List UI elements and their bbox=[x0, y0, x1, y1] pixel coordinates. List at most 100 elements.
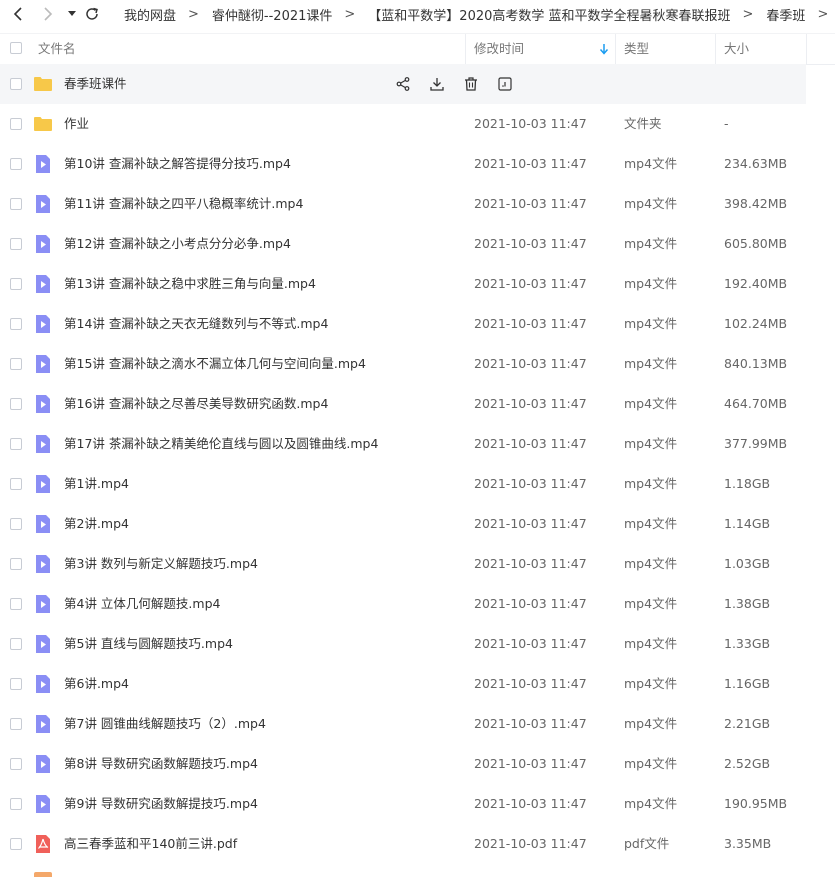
file-name[interactable]: 第16讲 查漏补缺之尽善尽美导数研究函数.mp4 bbox=[64, 384, 328, 424]
chevron-left-icon[interactable] bbox=[10, 0, 26, 28]
row-checkbox[interactable] bbox=[10, 118, 22, 130]
file-name[interactable]: 第14讲 查漏补缺之天衣无缝数列与不等式.mp4 bbox=[64, 304, 328, 344]
row-checkbox[interactable] bbox=[10, 238, 22, 250]
file-row[interactable]: 第11讲 查漏补缺之四平八稳概率统计.mp4 2021-10-03 11:47 mp… bbox=[0, 184, 835, 224]
row-checkbox[interactable] bbox=[10, 198, 22, 210]
video-file-icon bbox=[34, 395, 52, 413]
file-name[interactable]: 第5讲 直线与圆解题技巧.mp4 bbox=[64, 624, 233, 664]
select-all-checkbox[interactable] bbox=[10, 42, 22, 54]
file-row[interactable]: 作业 2021-10-03 11:47 文件夹 - bbox=[0, 104, 835, 144]
column-divider[interactable] bbox=[615, 34, 616, 64]
refresh-icon[interactable] bbox=[84, 0, 100, 28]
row-checkbox[interactable] bbox=[10, 558, 22, 570]
file-name[interactable]: 第2讲.mp4 bbox=[64, 504, 129, 544]
row-checkbox[interactable] bbox=[10, 638, 22, 650]
file-row[interactable]: 第4讲 立体几何解题技.mp4 2021-10-03 11:47 mp4文件 1.38… bbox=[0, 584, 835, 624]
column-header-type[interactable]: 类型 bbox=[624, 34, 649, 64]
file-row[interactable]: 第16讲 查漏补缺之尽善尽美导数研究函数.mp4 2021-10-03 11:47… bbox=[0, 384, 835, 424]
file-row[interactable]: 高三春季蓝和平140前三讲.pdf 2021-10-03 11:47 pdf文件 3.… bbox=[0, 824, 835, 864]
file-name[interactable]: 第4讲 立体几何解题技.mp4 bbox=[64, 584, 220, 624]
column-header-modified[interactable]: 修改时间 bbox=[474, 34, 524, 64]
column-divider[interactable] bbox=[806, 34, 807, 64]
file-name[interactable]: 春季班课件 bbox=[64, 64, 127, 104]
row-checkbox[interactable] bbox=[10, 358, 22, 370]
file-row[interactable]: 第10讲 查漏补缺之解答提得分技巧.mp4 2021-10-03 11:47 mp4… bbox=[0, 144, 835, 184]
file-name[interactable]: 第13讲 查漏补缺之稳中求胜三角与向量.mp4 bbox=[64, 264, 316, 304]
row-checkbox[interactable] bbox=[10, 278, 22, 290]
file-modified-time: 2021-10-03 11:47 bbox=[474, 436, 587, 451]
row-checkbox[interactable] bbox=[10, 678, 22, 690]
file-row[interactable]: 第7讲 圆锥曲线解题技巧（2）.mp4 2021-10-03 11:47 mp4文件… bbox=[0, 704, 835, 744]
file-type: mp4文件 bbox=[624, 716, 678, 731]
file-name[interactable]: 高三春季蓝和平140前三讲.pdf bbox=[64, 824, 237, 864]
file-row[interactable]: 第3讲 数列与新定义解题技巧.mp4 2021-10-03 11:47 mp4文件 1… bbox=[0, 544, 835, 584]
caret-down-icon[interactable] bbox=[66, 0, 78, 28]
row-checkbox[interactable] bbox=[10, 438, 22, 450]
file-row[interactable]: 第1讲.mp4 2021-10-03 11:47 mp4文件 1.18GB bbox=[0, 464, 835, 504]
file-row[interactable]: 第9讲 导数研究函数解提技巧.mp4 2021-10-03 11:47 mp4文件 1… bbox=[0, 784, 835, 824]
row-checkbox[interactable] bbox=[10, 158, 22, 170]
file-modified-time: 2021-10-03 11:47 bbox=[474, 716, 587, 731]
file-size: 2.52GB bbox=[724, 756, 771, 771]
file-type: mp4文件 bbox=[624, 476, 678, 491]
file-row[interactable]: 第2讲.mp4 2021-10-03 11:47 mp4文件 1.14GB bbox=[0, 504, 835, 544]
row-checkbox[interactable] bbox=[10, 718, 22, 730]
breadcrumb-separator: > bbox=[742, 6, 754, 22]
file-name[interactable]: 第6讲.mp4 bbox=[64, 664, 129, 704]
file-row[interactable]: 第13讲 查漏补缺之稳中求胜三角与向量.mp4 2021-10-03 11:47 m… bbox=[0, 264, 835, 304]
breadcrumb-item-current[interactable]: 春季班 bbox=[766, 5, 805, 24]
file-name[interactable]: 第9讲 导数研究函数解提技巧.mp4 bbox=[64, 784, 258, 824]
row-checkbox[interactable] bbox=[10, 838, 22, 850]
share-icon[interactable] bbox=[394, 75, 412, 93]
row-checkbox[interactable] bbox=[10, 518, 22, 530]
file-name[interactable]: 第15讲 查漏补缺之滴水不漏立体几何与空间向量.mp4 bbox=[64, 344, 366, 384]
file-row[interactable]: 第17讲 茶漏补缺之精美绝伦直线与圆以及圆锥曲线.mp4 2021-10-03 1… bbox=[0, 424, 835, 464]
file-name[interactable]: 第17讲 茶漏补缺之精美绝伦直线与圆以及圆锥曲线.mp4 bbox=[64, 424, 378, 464]
breadcrumb: 我的网盘 > 睿仲醚彻--2021课件 > 【蓝和平数学】2020高考数学 蓝和… bbox=[124, 0, 835, 28]
top-toolbar: 我的网盘 > 睿仲醚彻--2021课件 > 【蓝和平数学】2020高考数学 蓝和… bbox=[0, 0, 835, 28]
row-checkbox[interactable] bbox=[10, 798, 22, 810]
sort-down-arrow-icon[interactable] bbox=[599, 43, 609, 59]
file-type: 文件夹 bbox=[624, 116, 662, 131]
row-checkbox[interactable] bbox=[10, 318, 22, 330]
more-icon[interactable] bbox=[496, 75, 514, 93]
breadcrumb-separator: > bbox=[188, 6, 199, 22]
column-divider[interactable] bbox=[715, 34, 716, 64]
file-name[interactable]: 第7讲 圆锥曲线解题技巧（2）.mp4 bbox=[64, 704, 266, 744]
chevron-right-icon[interactable] bbox=[40, 0, 56, 28]
file-name[interactable]: 第1讲.mp4 bbox=[64, 464, 129, 504]
file-type: mp4文件 bbox=[624, 156, 678, 171]
breadcrumb-item[interactable]: 睿仲醚彻--2021课件 bbox=[212, 5, 332, 24]
row-checkbox[interactable] bbox=[10, 478, 22, 490]
row-checkbox[interactable] bbox=[10, 78, 22, 90]
video-file-icon bbox=[34, 275, 52, 293]
file-row[interactable]: 第14讲 查漏补缺之天衣无缝数列与不等式.mp4 2021-10-03 11:47… bbox=[0, 304, 835, 344]
file-row[interactable]: 第8讲 导数研究函数解题技巧.mp4 2021-10-03 11:47 mp4文件 2… bbox=[0, 744, 835, 784]
video-file-icon bbox=[34, 715, 52, 733]
file-row[interactable]: 第15讲 查漏补缺之滴水不漏立体几何与空间向量.mp4 2021-10-03 11… bbox=[0, 344, 835, 384]
row-checkbox[interactable] bbox=[10, 598, 22, 610]
file-type: mp4文件 bbox=[624, 516, 678, 531]
breadcrumb-item[interactable]: 我的网盘 bbox=[124, 5, 176, 24]
file-row[interactable]: 第6讲.mp4 2021-10-03 11:47 mp4文件 1.16GB bbox=[0, 664, 835, 704]
delete-icon[interactable] bbox=[462, 75, 480, 93]
row-checkbox[interactable] bbox=[10, 398, 22, 410]
file-name[interactable]: 第8讲 导数研究函数解题技巧.mp4 bbox=[64, 744, 258, 784]
row-checkbox[interactable] bbox=[10, 758, 22, 770]
file-name[interactable]: 第12讲 查漏补缺之小考点分分必争.mp4 bbox=[64, 224, 291, 264]
file-name[interactable]: 第10讲 查漏补缺之解答提得分技巧.mp4 bbox=[64, 144, 291, 184]
folder-icon bbox=[34, 75, 52, 93]
file-name[interactable]: 第3讲 数列与新定义解题技巧.mp4 bbox=[64, 544, 258, 584]
file-name[interactable]: 作业 bbox=[64, 104, 89, 144]
video-file-icon bbox=[34, 755, 52, 773]
file-row[interactable]: 春季班课件 bbox=[0, 64, 806, 104]
download-icon[interactable] bbox=[428, 75, 446, 93]
breadcrumb-separator: > bbox=[817, 6, 829, 22]
file-row[interactable]: 第12讲 查漏补缺之小考点分分必争.mp4 2021-10-03 11:47 mp4… bbox=[0, 224, 835, 264]
file-name[interactable]: 第11讲 查漏补缺之四平八稳概率统计.mp4 bbox=[64, 184, 303, 224]
breadcrumb-item[interactable]: 【蓝和平数学】2020高考数学 蓝和平数学全程暑秋寒春联报班 bbox=[368, 5, 730, 24]
file-row[interactable]: 第5讲 直线与圆解题技巧.mp4 2021-10-03 11:47 mp4文件 1.3… bbox=[0, 624, 835, 664]
column-divider[interactable] bbox=[465, 34, 466, 64]
column-header-size[interactable]: 大小 bbox=[724, 34, 749, 64]
column-header-name[interactable]: 文件名 bbox=[38, 34, 76, 64]
